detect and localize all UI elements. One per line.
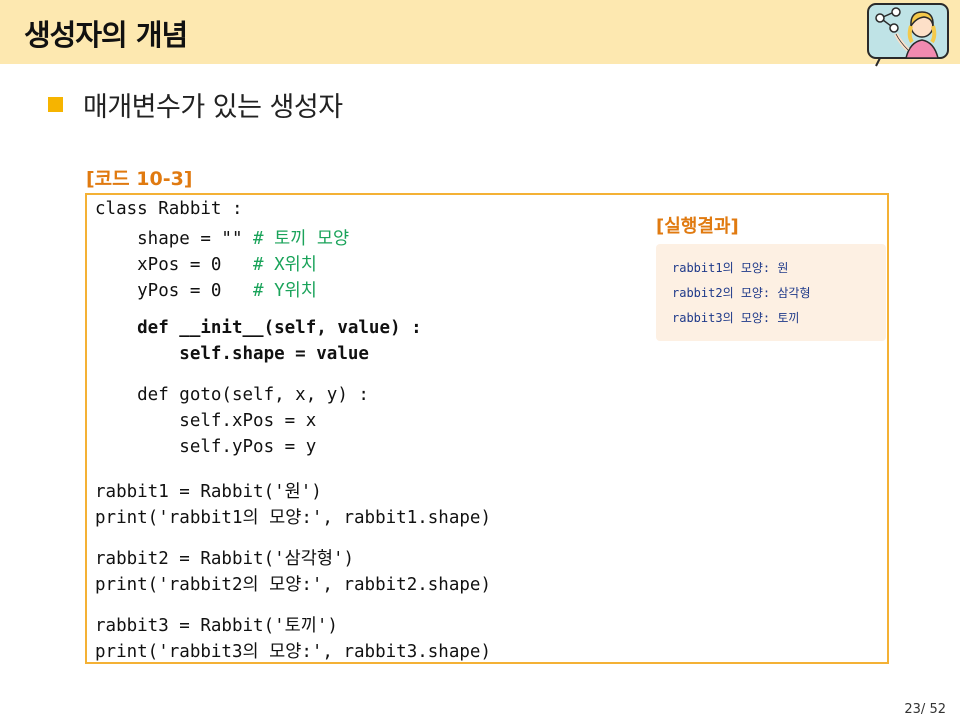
result-line: rabbit3의 모양: 토끼: [672, 311, 800, 325]
presenter-avatar-icon: [867, 3, 949, 67]
code-line: rabbit1 = Rabbit('원'): [95, 482, 322, 502]
code-line: class Rabbit :: [95, 199, 243, 219]
code-line: yPos = 0 # Y위치: [95, 281, 317, 301]
code-listing: class Rabbit : shape = "" # 토끼 모양 xPos =…: [95, 199, 491, 662]
code-line: self.xPos = x: [95, 411, 317, 431]
bullet-heading: 매개변수가 있는 생성자: [48, 86, 343, 123]
result-line: rabbit2의 모양: 삼각형: [672, 286, 811, 300]
page-title: 생성자의 개념: [24, 18, 188, 52]
code-line: print('rabbit1의 모양:', rabbit1.shape): [95, 508, 491, 528]
code-line: rabbit2 = Rabbit('삼각형'): [95, 549, 355, 569]
bullet-square-icon: [48, 96, 63, 112]
header-bar: 생성자의 개념: [0, 0, 960, 67]
page-number: 23/ 52: [904, 702, 946, 717]
code-line: def goto(self, x, y) :: [95, 385, 369, 405]
code-line: self.shape = value: [95, 344, 369, 364]
code-line: print('rabbit3의 모양:', rabbit3.shape): [95, 642, 491, 662]
result-line: rabbit1의 모양: 원: [672, 261, 789, 275]
result-box: rabbit1의 모양: 원 rabbit2의 모양: 삼각형 rabbit3의…: [656, 244, 886, 341]
code-line: print('rabbit2의 모양:', rabbit2.shape): [95, 575, 491, 595]
code-line: xPos = 0 # X위치: [95, 255, 317, 275]
code-line: shape = "" # 토끼 모양: [95, 229, 350, 249]
code-line: self.yPos = y: [95, 437, 317, 457]
result-caption: [실행결과]: [656, 216, 739, 237]
bullet-text: 매개변수가 있는 생성자: [83, 91, 343, 123]
code-line: rabbit3 = Rabbit('토끼'): [95, 616, 338, 636]
code-caption: [코드 10-3]: [86, 168, 193, 190]
code-line: def __init__(self, value) :: [95, 318, 422, 338]
